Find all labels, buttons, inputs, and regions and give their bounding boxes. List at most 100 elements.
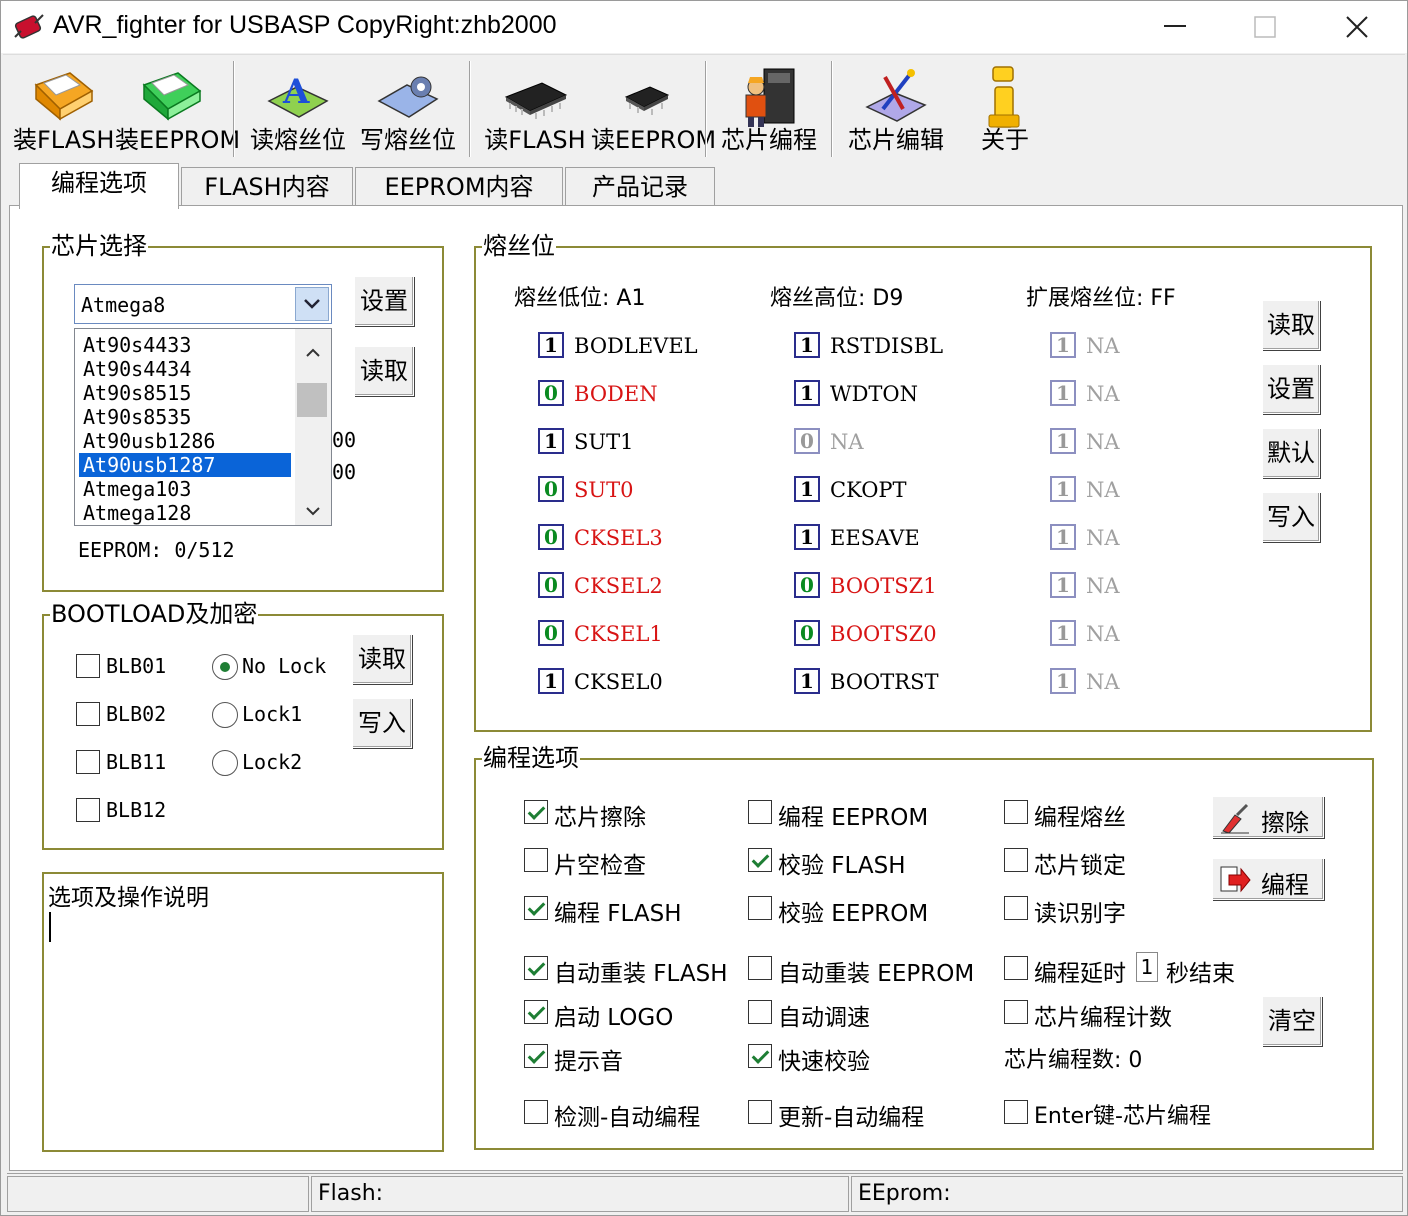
bootload-write-button[interactable]: 写入 [352, 698, 412, 748]
load-flash-button[interactable]: 装FLASH [13, 55, 115, 161]
list-scrollbar[interactable] [295, 329, 331, 525]
chip-combobox[interactable]: Atmega8 [74, 284, 332, 324]
fuse-bit-toggle[interactable]: 1 [538, 668, 564, 694]
tab-eeprom-content[interactable]: EEPROM内容 [355, 167, 563, 207]
lock2-radio[interactable] [212, 750, 238, 776]
scroll-thumb[interactable] [297, 383, 327, 417]
nolock-radio[interactable] [212, 654, 238, 680]
fuse-write-button[interactable]: 写入 [1262, 492, 1320, 542]
tab-programming-options[interactable]: 编程选项 [19, 163, 179, 209]
lock1-radio[interactable] [212, 702, 238, 728]
delay-seconds-input[interactable]: 1 [1136, 952, 1158, 982]
fuse-bit-toggle[interactable]: 1 [794, 476, 820, 502]
program-delay-label: 编程延时 [1034, 961, 1126, 987]
about-button[interactable]: 关于 [955, 55, 1055, 161]
chip-count-checkbox[interactable] [1004, 1000, 1028, 1024]
fuse-bit-toggle[interactable]: 1 [538, 428, 564, 454]
list-item-selected[interactable]: At90usb1287 [78, 452, 292, 478]
fuse-bit-toggle[interactable]: 0 [794, 620, 820, 646]
fuse-bit-toggle[interactable]: 1 [794, 332, 820, 358]
program-delay-checkbox[interactable] [1004, 956, 1028, 980]
program-button[interactable]: 编程 [1212, 858, 1324, 900]
fuse-bit-toggle[interactable]: 0 [538, 572, 564, 598]
chevron-down-icon[interactable] [295, 287, 329, 321]
fuse-default-button[interactable]: 默认 [1262, 428, 1320, 478]
list-item[interactable]: Atmega103 [79, 477, 291, 501]
verify-eeprom-checkbox[interactable] [748, 896, 772, 920]
program-eeprom-label: 编程 EEPROM [778, 805, 929, 831]
maximize-button[interactable] [1221, 1, 1309, 53]
app-chip-icon [11, 11, 47, 47]
blb12-checkbox[interactable] [76, 798, 100, 822]
list-item[interactable]: At90s8515 [79, 381, 291, 405]
chevron-down-icon[interactable] [305, 501, 321, 520]
program-eeprom-checkbox[interactable] [748, 800, 772, 824]
fuse-bit-toggle[interactable]: 1 [538, 332, 564, 358]
blank-check-checkbox[interactable] [524, 848, 548, 872]
load-flash-label: 装FLASH [13, 126, 115, 154]
auto-speed-checkbox[interactable] [748, 1000, 772, 1024]
fast-verify-checkbox[interactable] [748, 1044, 772, 1068]
ic-chip-icon [502, 65, 568, 127]
fuse-read-button[interactable]: 读取 [1262, 300, 1320, 350]
list-item[interactable]: At90s4433 [79, 333, 291, 357]
verify-flash-checkbox[interactable] [748, 848, 772, 872]
fuse-bit-toggle[interactable]: 0 [538, 476, 564, 502]
list-item[interactable]: At90usb1286 [79, 429, 291, 453]
fuse-bit-toggle[interactable]: 1 [794, 668, 820, 694]
fuse-bit-toggle[interactable]: 0 [794, 572, 820, 598]
tab-product-record[interactable]: 产品记录 [565, 167, 715, 207]
load-eeprom-button[interactable]: 装EEPROM [115, 55, 240, 161]
fuse-bit-name: NA [1086, 430, 1120, 454]
fuse-bit-toggle[interactable]: 0 [538, 620, 564, 646]
program-chip-button[interactable]: 芯片编程 [715, 55, 823, 161]
hidden-value: 00 [332, 428, 357, 452]
auto-speed-label: 自动调速 [778, 1005, 870, 1031]
chip-erase-label: 芯片擦除 [554, 805, 646, 831]
read-signature-checkbox[interactable] [1004, 896, 1028, 920]
clear-count-button[interactable]: 清空 [1262, 996, 1322, 1046]
bootload-read-button[interactable]: 读取 [352, 634, 412, 684]
blb02-checkbox[interactable] [76, 702, 100, 726]
chip-lock-checkbox[interactable] [1004, 848, 1028, 872]
blb01-checkbox[interactable] [76, 654, 100, 678]
list-item[interactable]: At90s8535 [79, 405, 291, 429]
tab-flash-content[interactable]: FLASH内容 [181, 167, 353, 207]
blb11-checkbox[interactable] [76, 750, 100, 774]
erase-button[interactable]: 擦除 [1212, 796, 1324, 838]
chevron-up-icon[interactable] [305, 343, 321, 362]
chip-listbox[interactable]: At90s4433 At90s4434 At90s8515 At90s8535 … [74, 328, 332, 526]
notes-textarea[interactable]: 选项及操作说明 [42, 872, 444, 1152]
read-eeprom-label: 读EEPROM [591, 126, 717, 154]
update-auto-program-checkbox[interactable] [748, 1100, 772, 1124]
read-flash-button[interactable]: 读FLASH [483, 55, 587, 161]
program-flash-checkbox[interactable] [524, 896, 548, 920]
chip-set-button[interactable]: 设置 [354, 276, 414, 326]
read-eeprom-button[interactable]: 读EEPROM [591, 55, 717, 161]
fuse-set-button[interactable]: 设置 [1262, 364, 1320, 414]
minimize-button[interactable] [1131, 1, 1219, 53]
fuse-bit-name: BOOTSZ1 [830, 574, 937, 598]
chip-erase-checkbox[interactable] [524, 800, 548, 824]
fuse-bit-toggle[interactable]: 0 [538, 524, 564, 550]
fuse-bit-toggle[interactable]: 0 [538, 380, 564, 406]
auto-reload-flash-checkbox[interactable] [524, 956, 548, 980]
list-item[interactable]: Atmega128 [79, 501, 291, 525]
chip-select-title: 芯片选择 [50, 232, 148, 260]
list-item[interactable]: At90s4434 [79, 357, 291, 381]
fuse-bit-name: NA [1086, 478, 1120, 502]
enter-key-program-checkbox[interactable] [1004, 1100, 1028, 1124]
fuse-bit-toggle[interactable]: 1 [794, 524, 820, 550]
boot-logo-checkbox[interactable] [524, 1000, 548, 1024]
close-button[interactable] [1313, 1, 1401, 53]
program-fuse-checkbox[interactable] [1004, 800, 1028, 824]
fuse-bit-name: NA [1086, 526, 1120, 550]
edit-chip-button[interactable]: 芯片编辑 [841, 55, 951, 161]
detect-auto-program-checkbox[interactable] [524, 1100, 548, 1124]
beep-checkbox[interactable] [524, 1044, 548, 1068]
auto-reload-eeprom-checkbox[interactable] [748, 956, 772, 980]
fuse-bit-toggle[interactable]: 1 [794, 380, 820, 406]
read-fuse-button[interactable]: A 读熔丝位 [243, 55, 353, 161]
write-fuse-button[interactable]: 写熔丝位 [355, 55, 461, 161]
chip-read-button[interactable]: 读取 [354, 346, 414, 396]
